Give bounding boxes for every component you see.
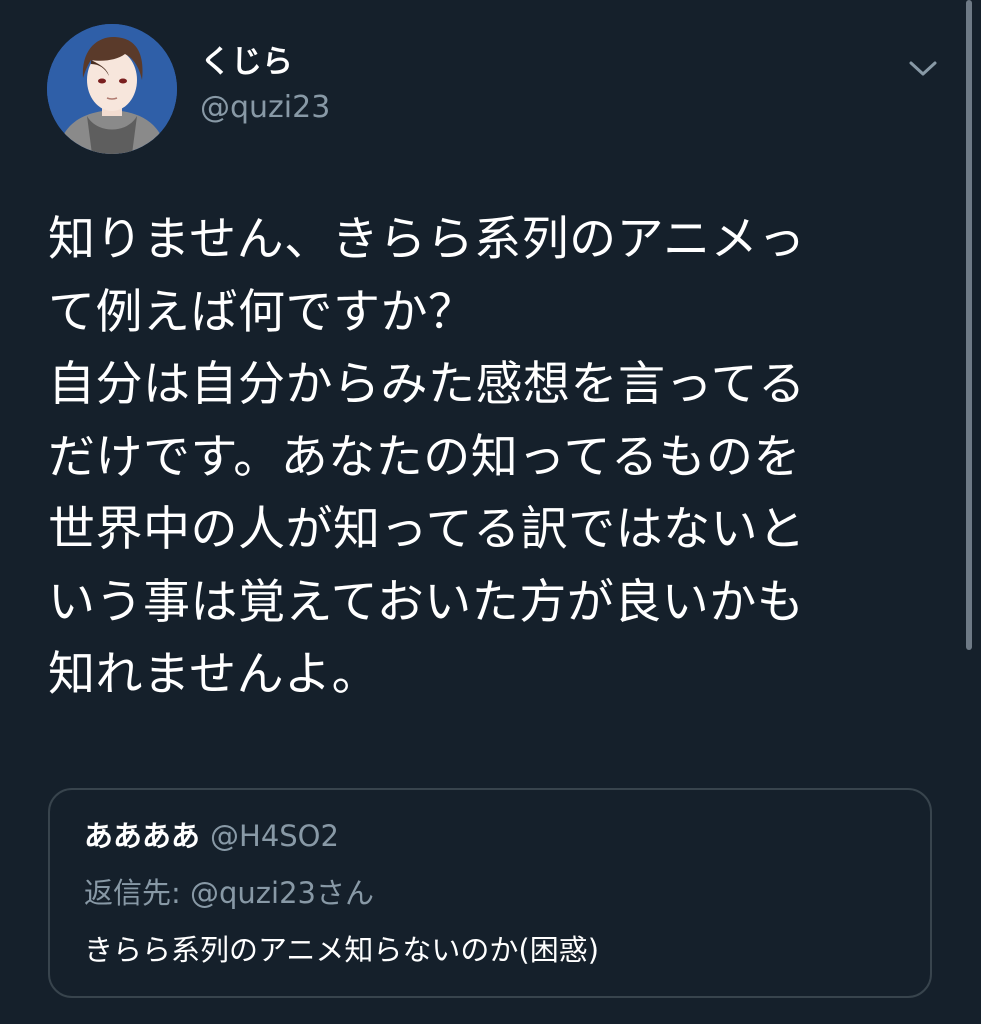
author-handle[interactable]: @quzi23 xyxy=(200,88,330,128)
tweet: くじら @quzi23 知りません、きらら系列のアニメっ て例えば何ですか？ 自… xyxy=(0,0,981,1024)
quoted-tweet-card[interactable]: ああああ @H4SO2 返信先: @quzi23さん きらら系列のアニメ知らないの… xyxy=(48,788,932,998)
reply-prefix: 返信先: xyxy=(84,876,190,910)
avatar[interactable] xyxy=(47,24,177,154)
author-display-name[interactable]: くじら xyxy=(200,42,293,82)
quoted-tweet-text: きらら系列のアニメ知らないのか(困惑) xyxy=(84,933,600,967)
tweet-text: 知りません、きらら系列のアニメっ て例えば何ですか？ 自分は自分からみた感想を言… xyxy=(48,212,806,702)
quoted-reply-context: 返信先: @quzi23さん xyxy=(84,873,374,913)
scrollbar[interactable] xyxy=(966,0,972,650)
quoted-tweet-header: ああああ @H4SO2 xyxy=(84,816,339,856)
user-avatar-icon xyxy=(47,24,177,154)
reply-mention[interactable]: @quzi23さん xyxy=(190,876,374,910)
quoted-handle: @H4SO2 xyxy=(210,819,339,853)
quoted-display-name: ああああ xyxy=(84,819,201,853)
chevron-down-icon[interactable] xyxy=(905,55,941,81)
